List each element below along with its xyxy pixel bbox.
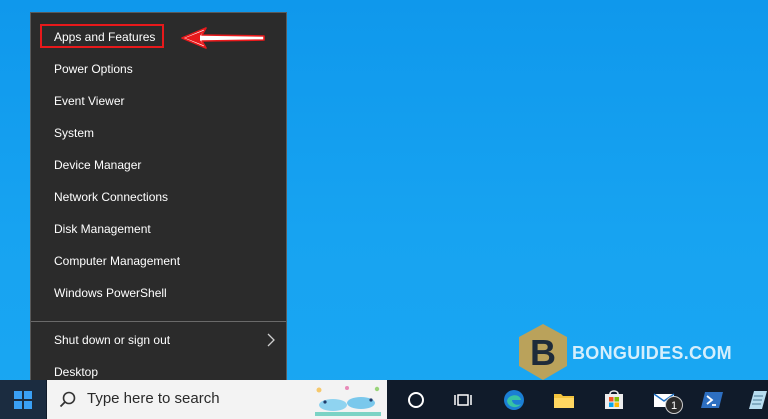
menu-item-windows-powershell[interactable]: Windows PowerShell <box>31 278 286 308</box>
menu-item-label: Event Viewer <box>54 94 125 108</box>
microsoft-store-button[interactable] <box>590 380 638 419</box>
winx-context-menu: Apps and Features Power Options Event Vi… <box>30 12 287 387</box>
notepad-icon <box>749 391 767 409</box>
menu-item-device-manager[interactable]: Device Manager <box>31 150 286 180</box>
menu-item-label: Shut down or sign out <box>54 333 171 347</box>
powershell-icon <box>701 392 723 408</box>
notepad-button[interactable] <box>736 380 768 419</box>
search-placeholder: Type here to search <box>87 390 220 407</box>
menu-item-label: Disk Management <box>54 222 151 236</box>
menu-separator <box>31 321 286 322</box>
logo-letter: B <box>530 332 556 373</box>
menu-item-label: Network Connections <box>54 190 169 204</box>
search-highlight-illustration-icon <box>311 382 385 418</box>
menu-item-computer-management[interactable]: Computer Management <box>31 246 286 276</box>
edge-icon <box>504 390 524 410</box>
cortana-circle-icon <box>408 392 424 408</box>
taskbar-search-box[interactable]: Type here to search <box>47 380 387 419</box>
task-view-button[interactable] <box>440 380 488 419</box>
mail-badge: 1 <box>665 396 683 414</box>
menu-item-system[interactable]: System <box>31 118 286 148</box>
menu-item-event-viewer[interactable]: Event Viewer <box>31 86 286 116</box>
bonguides-logo-icon: B <box>519 324 567 380</box>
microsoft-store-icon <box>605 390 623 409</box>
menu-item-label: Windows PowerShell <box>54 286 167 300</box>
start-button[interactable] <box>0 380 46 419</box>
search-icon <box>59 391 76 408</box>
menu-item-label: Apps and Features <box>54 30 156 44</box>
taskbar: Type here to search <box>0 380 768 419</box>
cortana-button[interactable] <box>392 380 440 419</box>
menu-item-label: Power Options <box>54 62 133 76</box>
watermark-text: BONGUIDES.COM <box>572 343 732 363</box>
menu-item-label: Computer Management <box>54 254 181 268</box>
menu-item-label: System <box>54 126 95 140</box>
menu-item-network-connections[interactable]: Network Connections <box>31 182 286 212</box>
edge-button[interactable] <box>490 380 538 419</box>
task-view-icon <box>454 394 472 406</box>
powershell-button[interactable] <box>688 380 736 419</box>
menu-item-power-options[interactable]: Power Options <box>31 54 286 84</box>
file-explorer-button[interactable] <box>540 380 588 419</box>
red-arrow-icon <box>181 27 265 49</box>
menu-item-shut-down-or-sign-out[interactable]: Shut down or sign out <box>31 325 286 355</box>
menu-item-disk-management[interactable]: Disk Management <box>31 214 286 244</box>
file-explorer-icon <box>554 394 574 408</box>
chevron-right-icon <box>267 333 275 347</box>
menu-item-label: Desktop <box>54 365 99 379</box>
windows-start-icon <box>14 391 32 409</box>
menu-item-label: Device Manager <box>54 158 142 172</box>
